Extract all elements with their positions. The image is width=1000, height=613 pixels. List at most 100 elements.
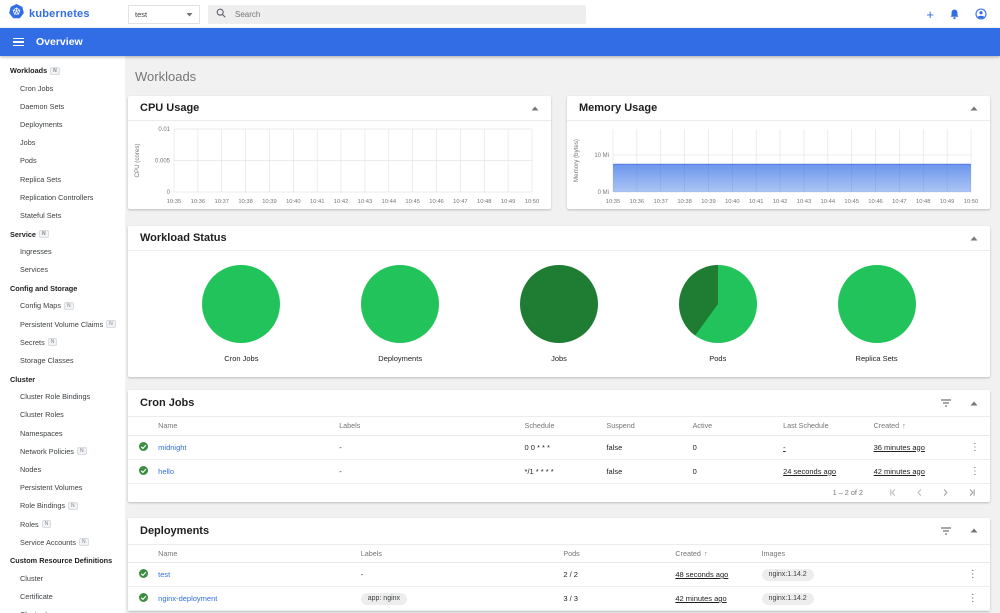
sidebar-item-services[interactable]: Services xyxy=(0,261,125,279)
cron-jobs-table: Name Labels Schedule Suspend Active Last Sche… xyxy=(128,417,990,484)
sidebar-item-storage-classes[interactable]: Storage Classes xyxy=(0,351,125,369)
menu-icon[interactable] xyxy=(13,37,24,47)
column-header-created[interactable]: Created ↑ xyxy=(675,544,762,563)
svg-text:10:41: 10:41 xyxy=(310,199,325,205)
resource-link[interactable]: nginx-deployment xyxy=(158,594,217,603)
svg-text:Memory (bytes): Memory (bytes) xyxy=(573,139,580,182)
namespace-select[interactable]: test xyxy=(128,4,200,24)
svg-text:10:42: 10:42 xyxy=(334,199,349,205)
collapse-icon[interactable] xyxy=(970,106,978,111)
cell-labels: - xyxy=(339,459,525,484)
status-column-header xyxy=(128,417,159,436)
deployments-table: Name Labels Pods Created ↑ Images test - 2 / 2 48… xyxy=(128,544,990,611)
collapse-icon[interactable] xyxy=(970,528,978,533)
resource-link[interactable]: test xyxy=(158,570,170,579)
success-check-icon xyxy=(138,569,148,578)
svg-text:0.01: 0.01 xyxy=(158,127,170,133)
column-header-created[interactable]: Created ↑ xyxy=(873,417,960,436)
bell-icon[interactable] xyxy=(949,9,960,20)
plus-icon[interactable]: + xyxy=(926,8,934,21)
sidebar-item-certificate[interactable]: Certificate xyxy=(0,588,125,606)
sidebar-item-cluster[interactable]: Cluster xyxy=(0,569,125,587)
sidebar-item-cluster-roles[interactable]: Cluster Roles xyxy=(0,406,125,424)
svg-text:10:48: 10:48 xyxy=(477,199,492,205)
sidebar-item-roles[interactable]: Roles N xyxy=(0,515,125,533)
cron-jobs-title: Cron Jobs xyxy=(140,397,195,409)
cpu-usage-title: CPU Usage xyxy=(140,102,200,114)
namespaced-badge: N xyxy=(68,501,78,510)
main-content: Workloads CPU Usage 10:35 10:36 10:37 10:38… xyxy=(125,56,1000,613)
sidebar-item-pods[interactable]: Pods xyxy=(0,152,125,170)
chevron-left-icon[interactable] xyxy=(915,488,924,497)
cell-created: 42 minutes ago xyxy=(873,459,960,484)
namespaced-badge: N xyxy=(38,230,49,238)
sidebar-item-service-accounts[interactable]: Service Accounts N xyxy=(0,533,125,551)
namespaced-badge: N xyxy=(63,301,74,310)
cell-suspend: false xyxy=(606,435,693,460)
sidebar-item-cluster-issuer[interactable]: Cluster Issuer xyxy=(0,606,125,613)
pie-chart xyxy=(202,265,281,343)
collapse-icon[interactable] xyxy=(970,401,978,406)
cell-schedule: */1 * * * * xyxy=(524,459,607,484)
search-input[interactable] xyxy=(235,9,578,19)
sidebar-item-cron-jobs[interactable]: Cron Jobs xyxy=(0,79,125,97)
sidebar-item-config-maps[interactable]: Config Maps N xyxy=(0,297,125,315)
collapse-icon[interactable] xyxy=(970,236,978,241)
account-icon[interactable] xyxy=(975,8,987,20)
sidebar-section-custom-resource-definitions: Custom Resource Definitions xyxy=(10,556,113,566)
svg-text:10:45: 10:45 xyxy=(844,199,859,205)
sidebar-item-deployments[interactable]: Deployments xyxy=(0,115,125,133)
sidebar-item-network-policies[interactable]: Network Policies N xyxy=(0,442,125,460)
cell-value: 42 minutes ago xyxy=(675,594,727,603)
svg-text:10:47: 10:47 xyxy=(453,199,468,205)
sidebar-item-daemon-sets[interactable]: Daemon Sets xyxy=(0,97,125,115)
cell-name: midnight xyxy=(158,435,340,460)
row-menu-icon[interactable]: ⋮ xyxy=(959,459,990,484)
row-menu-icon[interactable]: ⋮ xyxy=(959,435,990,460)
sidebar-item-persistent-volumes[interactable]: Persistent Volumes xyxy=(0,479,125,497)
sidebar-item-ingresses[interactable]: Ingresses xyxy=(0,243,125,261)
filter-icon[interactable] xyxy=(940,526,952,535)
sidebar-item-cluster-role-bindings[interactable]: Cluster Role Bindings xyxy=(0,388,125,406)
sidebar-item-namespaces[interactable]: Namespaces xyxy=(0,424,125,442)
svg-text:10:43: 10:43 xyxy=(358,199,373,205)
table-row: hello - */1 * * * * false 0 24 seconds ago 42 … xyxy=(128,459,990,484)
namespaced-badge: N xyxy=(78,538,89,547)
svg-text:10:44: 10:44 xyxy=(382,199,397,205)
kubernetes-logo[interactable]: kubernetes xyxy=(0,4,120,24)
sidebar-item-secrets[interactable]: Secrets N xyxy=(0,333,125,351)
first-page-icon[interactable] xyxy=(889,488,898,497)
menu-column-header xyxy=(955,544,990,563)
svg-text:10:46: 10:46 xyxy=(429,199,444,205)
sidebar-item-replica-sets[interactable]: Replica Sets xyxy=(0,170,125,188)
sidebar: Workloads N Cron Jobs Daemon Sets Deployment… xyxy=(0,56,125,613)
row-menu-icon[interactable]: ⋮ xyxy=(955,586,990,611)
table-row: midnight - 0 0 * * * false 0 - 36 minutes ago ⋮ xyxy=(128,435,990,460)
label-chip: nginx:1.14.2 xyxy=(761,568,814,581)
chevron-right-icon[interactable] xyxy=(941,488,950,497)
search-bar[interactable] xyxy=(208,4,586,24)
cell-value: - xyxy=(339,442,342,452)
sidebar-item-stateful-sets[interactable]: Stateful Sets xyxy=(0,206,125,224)
row-menu-icon[interactable]: ⋮ xyxy=(955,562,990,587)
workload-status-pie-cron-jobs: Cron Jobs xyxy=(162,265,321,363)
cell-value: - xyxy=(783,442,786,452)
sidebar-item-jobs[interactable]: Jobs xyxy=(0,134,125,152)
sidebar-section-workloads: Workloads N xyxy=(0,61,125,79)
sidebar-item-replication-controllers[interactable]: Replication Controllers xyxy=(0,188,125,206)
resource-link[interactable]: midnight xyxy=(158,443,186,452)
success-check-icon xyxy=(138,441,148,451)
sidebar-item-role-bindings[interactable]: Role Bindings N xyxy=(0,497,125,515)
sidebar-section-cluster: Cluster xyxy=(10,374,36,384)
row-status xyxy=(128,435,159,460)
cell-value: 3 / 3 xyxy=(563,594,578,603)
sidebar-item-persistent-volume-claims[interactable]: Persistent Volume Claims N xyxy=(0,315,125,333)
cell-name: nginx-deployment xyxy=(158,586,361,611)
last-page-icon[interactable] xyxy=(967,488,976,497)
sidebar-item-nodes[interactable]: Nodes xyxy=(0,460,125,478)
resource-link[interactable]: hello xyxy=(158,467,174,476)
cell-last-schedule: 24 seconds ago xyxy=(783,459,874,484)
filter-icon[interactable] xyxy=(940,399,952,407)
kubernetes-dashboard: kubernetes test + xyxy=(0,0,1000,613)
collapse-icon[interactable] xyxy=(531,106,539,111)
